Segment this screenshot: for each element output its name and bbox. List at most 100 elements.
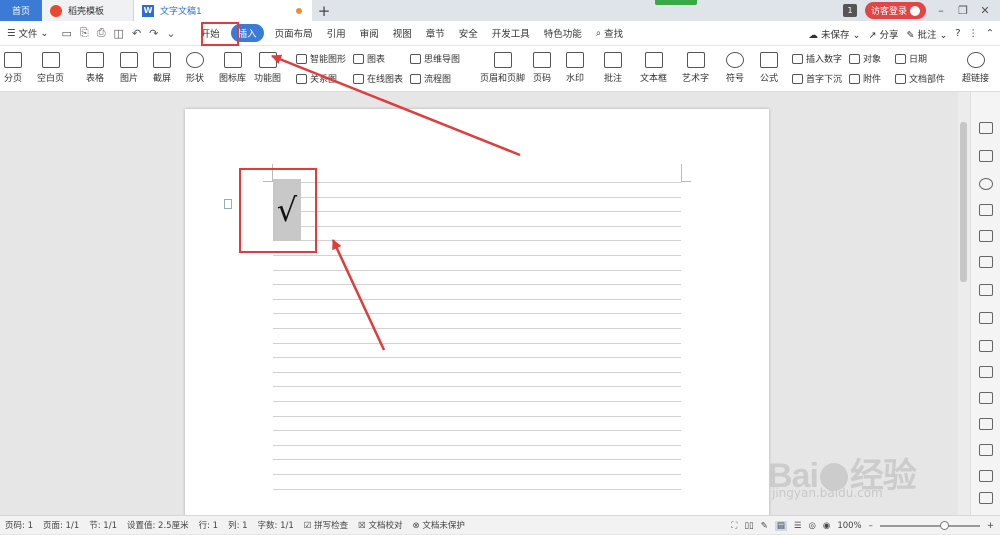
attachment-button[interactable]: 附件 bbox=[849, 72, 881, 85]
flow-chart-button[interactable]: 流程图 bbox=[410, 72, 451, 85]
export-icon[interactable]: ⎘ bbox=[80, 26, 89, 40]
scroll-thumb[interactable] bbox=[960, 122, 967, 282]
smart-art-button[interactable]: 智能图形 bbox=[296, 52, 346, 65]
status-words[interactable]: 字数: 1/1 bbox=[253, 519, 299, 531]
blank-page-button[interactable]: 空白页 bbox=[37, 52, 64, 84]
textbox-button[interactable]: 文本框 bbox=[640, 52, 667, 84]
edit-icon[interactable] bbox=[979, 122, 993, 134]
minimize-button[interactable]: – bbox=[934, 4, 948, 17]
web-view-icon[interactable]: ◎ bbox=[808, 521, 815, 531]
margin-corner-tr bbox=[681, 164, 691, 182]
redo-icon[interactable]: ↷ bbox=[149, 27, 158, 40]
icon-library-icon bbox=[223, 52, 242, 68]
save-icon[interactable]: ▭ bbox=[62, 27, 72, 40]
menu-view[interactable]: 视图 bbox=[386, 26, 419, 40]
online-chart-button[interactable]: 在线图表 bbox=[353, 72, 403, 85]
shape-button[interactable]: 形状 bbox=[186, 52, 204, 84]
status-section[interactable]: 节: 1/1 bbox=[84, 519, 122, 531]
doc-parts-button[interactable]: 文档部件 bbox=[895, 72, 945, 85]
eye-icon[interactable]: ◉ bbox=[823, 521, 830, 531]
icon-library-button[interactable]: 图标库 bbox=[219, 52, 246, 84]
page-break-button[interactable]: 分页 bbox=[4, 52, 22, 84]
status-pages[interactable]: 页面: 1/1 bbox=[38, 519, 84, 531]
plugin-icon[interactable] bbox=[979, 204, 993, 216]
customize-icon[interactable]: ⌄ bbox=[166, 27, 175, 40]
search-button[interactable]: ⌕ 查找 bbox=[589, 26, 630, 41]
outline-view-icon[interactable]: ☰ bbox=[794, 521, 802, 531]
read-mode-icon[interactable]: ▯▯ bbox=[744, 521, 753, 531]
zoom-in-button[interactable]: + bbox=[987, 521, 994, 531]
format-icon[interactable] bbox=[979, 284, 993, 296]
new-tab-button[interactable]: + bbox=[312, 0, 336, 21]
menu-special[interactable]: 特色功能 bbox=[537, 26, 589, 40]
share-button[interactable]: ↗ 分享 bbox=[869, 27, 899, 41]
zoom-slider[interactable] bbox=[879, 520, 980, 530]
menu-security[interactable]: 安全 bbox=[452, 26, 485, 40]
close-button[interactable]: ✕ bbox=[978, 4, 992, 17]
menu-devtools[interactable]: 开发工具 bbox=[485, 26, 537, 40]
spell-check-button[interactable]: ☑ 拼写检查 bbox=[299, 519, 353, 531]
hyperlink-button[interactable]: 超链接 bbox=[962, 52, 989, 84]
preview-icon[interactable]: ◫ bbox=[114, 27, 124, 40]
cloud-icon[interactable] bbox=[979, 418, 993, 430]
date-button[interactable]: 日期 bbox=[895, 52, 927, 65]
share-panel-icon[interactable] bbox=[979, 392, 993, 404]
image-panel-icon[interactable] bbox=[979, 366, 993, 378]
more-icon[interactable]: ⋮ bbox=[969, 28, 979, 39]
menu-review[interactable]: 审阅 bbox=[353, 26, 386, 40]
guest-login-button[interactable]: 访客登录 bbox=[864, 2, 926, 19]
unsaved-button[interactable]: ☁ 未保存 ⌄ bbox=[808, 27, 860, 41]
tab-document[interactable]: W 文字文稿1 bbox=[134, 0, 312, 21]
formula-button[interactable]: 公式 bbox=[760, 52, 778, 84]
page-view-icon[interactable]: ▤ bbox=[774, 520, 787, 531]
screenshot-button[interactable]: 截屏 bbox=[153, 52, 171, 84]
mind-map-button[interactable]: 思维导图 bbox=[410, 52, 460, 65]
zoom-out-button[interactable]: – bbox=[869, 521, 873, 531]
table-panel-icon[interactable] bbox=[979, 256, 993, 268]
status-page[interactable]: 页码: 1 bbox=[0, 519, 38, 531]
header-footer-icon bbox=[493, 52, 512, 68]
backup-icon[interactable] bbox=[979, 340, 993, 352]
chart-button[interactable]: 图表 bbox=[353, 52, 385, 65]
function-chart-button[interactable]: 功能图 bbox=[254, 52, 281, 84]
restore-button[interactable]: ❐ bbox=[956, 4, 970, 17]
relation-chart-button[interactable]: 关系图 bbox=[296, 72, 337, 85]
menu-chapter[interactable]: 章节 bbox=[419, 26, 452, 40]
undo-icon[interactable]: ↶ bbox=[132, 27, 141, 40]
proofread-button[interactable]: ☒ 文档校对 bbox=[353, 519, 407, 531]
table-button[interactable]: 表格 bbox=[86, 52, 104, 84]
zoom-level[interactable]: 100% bbox=[837, 521, 861, 531]
help-panel-icon[interactable] bbox=[979, 492, 993, 504]
print-icon[interactable]: ⎙ bbox=[97, 26, 106, 40]
shape-panel-icon[interactable] bbox=[979, 230, 993, 242]
object-button[interactable]: 对象 bbox=[849, 52, 881, 65]
tab-templates[interactable]: 稻壳模板 bbox=[42, 0, 134, 21]
drop-cap-button[interactable]: 首字下沉 bbox=[792, 72, 842, 85]
select-icon[interactable] bbox=[979, 150, 993, 162]
zoom-slider-knob[interactable] bbox=[939, 520, 949, 530]
status-setting[interactable]: 设置值: 2.5厘米 bbox=[122, 519, 194, 531]
location-icon[interactable] bbox=[979, 178, 993, 190]
wordart-button[interactable]: 艺术字 bbox=[682, 52, 709, 84]
tab-home[interactable]: 首页 bbox=[0, 0, 42, 21]
symbol-button[interactable]: 符号 bbox=[726, 52, 744, 84]
write-mode-icon[interactable]: ✎ bbox=[761, 521, 768, 531]
comment-button[interactable]: 批注 bbox=[604, 52, 622, 84]
comment-menu-button[interactable]: ✎ 批注 ⌄ bbox=[907, 27, 948, 41]
protect-button[interactable]: ⊗ 文档未保护 bbox=[407, 519, 469, 531]
collapse-ribbon-icon[interactable]: ⌃ bbox=[986, 28, 994, 39]
window-count-badge[interactable]: 1 bbox=[842, 4, 857, 17]
archive-icon[interactable] bbox=[979, 444, 993, 456]
picture-panel-icon[interactable] bbox=[979, 470, 993, 482]
settings-icon[interactable] bbox=[979, 312, 993, 324]
file-menu[interactable]: ☰ 文件 ⌄ bbox=[0, 26, 56, 41]
picture-button[interactable]: 图片 bbox=[120, 52, 138, 84]
help-button[interactable]: ? bbox=[955, 28, 960, 39]
insert-number-button[interactable]: 插入数字 bbox=[792, 52, 842, 65]
page-number-button[interactable]: 页码 bbox=[533, 52, 551, 84]
fullscreen-icon[interactable]: ⛶ bbox=[731, 521, 737, 531]
menu-layout[interactable]: 页面布局 bbox=[268, 26, 320, 40]
watermark-button[interactable]: 水印 bbox=[566, 52, 584, 84]
header-footer-button[interactable]: 页眉和页脚 bbox=[480, 52, 525, 84]
menu-reference[interactable]: 引用 bbox=[320, 26, 353, 40]
